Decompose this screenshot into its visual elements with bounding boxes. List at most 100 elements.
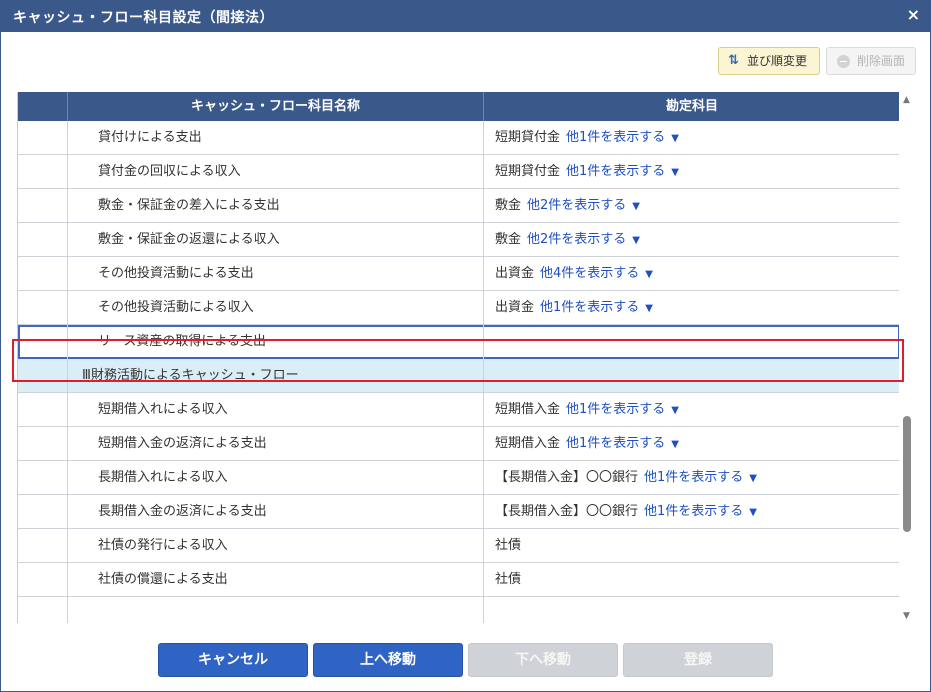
show-more-link[interactable]: 他1件を表示する ▼ bbox=[644, 504, 757, 519]
row-select-cell[interactable] bbox=[18, 155, 68, 189]
show-more-label: 他1件を表示する bbox=[644, 504, 744, 519]
account-cell: 社債 bbox=[484, 529, 899, 563]
row-select-cell[interactable] bbox=[18, 189, 68, 223]
row-select-cell[interactable] bbox=[18, 257, 68, 291]
move-down-button: 下へ移動 bbox=[468, 643, 618, 677]
account-name: 短期貸付金 bbox=[495, 130, 561, 145]
table-row[interactable]: 貸付けによる支出 短期貸付金 他1件を表示する ▼ bbox=[18, 121, 899, 155]
cancel-button[interactable]: キャンセル bbox=[158, 643, 308, 677]
row-select-cell[interactable] bbox=[18, 461, 68, 495]
row-select-cell[interactable] bbox=[18, 393, 68, 427]
cf-item-name: 長期借入れによる収入 bbox=[68, 461, 484, 495]
account-name: 出資金 bbox=[495, 300, 535, 315]
show-more-link[interactable]: 他4件を表示する ▼ bbox=[540, 266, 653, 281]
vertical-scrollbar[interactable]: ▲ ▼ bbox=[901, 92, 915, 623]
show-more-link[interactable]: 他1件を表示する ▼ bbox=[566, 436, 679, 451]
move-up-button[interactable]: 上へ移動 bbox=[313, 643, 463, 677]
account-cell: 【長期借入金】〇〇銀行 他1件を表示する ▼ bbox=[484, 461, 899, 495]
delete-screen-button: 削除画面 bbox=[826, 47, 916, 75]
account-cell: 社債 bbox=[484, 563, 899, 597]
grid-header: キャッシュ・フロー科目名称 勘定科目 bbox=[18, 92, 899, 121]
row-select-cell[interactable] bbox=[18, 223, 68, 257]
table-row[interactable]: その他投資活動による収入 出資金 他1件を表示する ▼ bbox=[18, 291, 899, 325]
sort-order-label: 並び順変更 bbox=[747, 54, 808, 68]
scroll-thumb[interactable] bbox=[903, 416, 911, 532]
table-row[interactable]: 敷金・保証金の差入による支出 敷金 他2件を表示する ▼ bbox=[18, 189, 899, 223]
register-button: 登録 bbox=[623, 643, 773, 677]
row-select-cell[interactable] bbox=[18, 427, 68, 461]
close-icon[interactable]: × bbox=[907, 5, 920, 24]
show-more-link[interactable]: 他2件を表示する ▼ bbox=[527, 198, 640, 213]
account-name: 出資金 bbox=[495, 266, 535, 281]
account-cell: 短期借入金 他1件を表示する ▼ bbox=[484, 393, 899, 427]
table-row[interactable]: 貸付金の回収による収入 短期貸付金 他1件を表示する ▼ bbox=[18, 155, 899, 189]
table-row[interactable]: その他投資活動による支出 出資金 他4件を表示する ▼ bbox=[18, 257, 899, 291]
account-name: 敷金 bbox=[495, 198, 522, 213]
caret-down-icon: ▼ bbox=[749, 507, 757, 518]
table-row[interactable] bbox=[18, 597, 899, 623]
row-select-cell[interactable] bbox=[18, 291, 68, 325]
cf-item-name: 長期借入金の返済による支出 bbox=[68, 495, 484, 529]
account-cell: 短期貸付金 他1件を表示する ▼ bbox=[484, 121, 899, 155]
account-name: 敷金 bbox=[495, 232, 522, 247]
cf-item-name: 短期借入れによる収入 bbox=[68, 393, 484, 427]
grid-body: 投資有価証券の売却による収入投資有価証券他5件を表示する▼貸付けによる支出短期貸… bbox=[18, 92, 899, 623]
cash-flow-settings-dialog: キャッシュ・フロー科目設定（間接法） × ⇅ 並び順変更 削除画面 キャッシュ・… bbox=[0, 0, 931, 692]
row-select-cell[interactable] bbox=[18, 563, 68, 597]
cf-item-name: 貸付金の回収による収入 bbox=[68, 155, 484, 189]
show-more-label: 他1件を表示する bbox=[540, 300, 640, 315]
cf-item-name: その他投資活動による収入 bbox=[68, 291, 484, 325]
show-more-link[interactable]: 他1件を表示する ▼ bbox=[644, 470, 757, 485]
row-select-cell[interactable] bbox=[18, 529, 68, 563]
caret-down-icon: ▼ bbox=[632, 235, 640, 246]
account-name: 社債 bbox=[495, 572, 522, 587]
caret-down-icon: ▼ bbox=[749, 473, 757, 484]
table-row[interactable]: 長期借入れによる収入 【長期借入金】〇〇銀行 他1件を表示する ▼ bbox=[18, 461, 899, 495]
account-name: 社債 bbox=[495, 538, 522, 553]
caret-down-icon: ▼ bbox=[671, 405, 679, 416]
cf-item-name: その他投資活動による支出 bbox=[68, 257, 484, 291]
table-row[interactable]: 短期借入れによる収入 短期借入金 他1件を表示する ▼ bbox=[18, 393, 899, 427]
row-select-cell[interactable] bbox=[18, 359, 68, 393]
minus-circle-icon bbox=[837, 55, 850, 68]
caret-down-icon: ▼ bbox=[645, 269, 653, 280]
sort-order-button[interactable]: ⇅ 並び順変更 bbox=[718, 47, 820, 75]
cf-item-name: Ⅲ財務活動によるキャッシュ・フロー bbox=[68, 359, 484, 393]
show-more-link[interactable]: 他1件を表示する ▼ bbox=[566, 164, 679, 179]
account-cell: 短期借入金 他1件を表示する ▼ bbox=[484, 427, 899, 461]
table-row[interactable]: 社債の発行による収入 社債 bbox=[18, 529, 899, 563]
cf-item-name: 貸付けによる支出 bbox=[68, 121, 484, 155]
account-cell: 出資金 他1件を表示する ▼ bbox=[484, 291, 899, 325]
scroll-up-icon[interactable]: ▲ bbox=[903, 95, 910, 105]
show-more-label: 他1件を表示する bbox=[566, 164, 666, 179]
account-cell: 敷金 他2件を表示する ▼ bbox=[484, 223, 899, 257]
caret-down-icon: ▼ bbox=[632, 201, 640, 212]
cf-item-name: 社債の償還による支出 bbox=[68, 563, 484, 597]
account-name: 【長期借入金】〇〇銀行 bbox=[495, 504, 639, 519]
show-more-label: 他2件を表示する bbox=[527, 198, 627, 213]
caret-down-icon: ▼ bbox=[671, 133, 679, 144]
sort-arrows-icon: ⇅ bbox=[728, 53, 739, 68]
row-select-cell[interactable] bbox=[18, 325, 68, 359]
show-more-label: 他1件を表示する bbox=[566, 130, 666, 145]
table-row[interactable]: 敷金・保証金の返還による収入 敷金 他2件を表示する ▼ bbox=[18, 223, 899, 257]
show-more-link[interactable]: 他1件を表示する ▼ bbox=[540, 300, 653, 315]
show-more-link[interactable]: 他2件を表示する ▼ bbox=[527, 232, 640, 247]
account-cell: 【長期借入金】〇〇銀行 他1件を表示する ▼ bbox=[484, 495, 899, 529]
cf-item-name bbox=[68, 597, 484, 623]
caret-down-icon: ▼ bbox=[645, 303, 653, 314]
show-more-link[interactable]: 他1件を表示する ▼ bbox=[566, 130, 679, 145]
table-row[interactable]: リース資産の取得による支出 bbox=[18, 325, 899, 359]
account-name: 【長期借入金】〇〇銀行 bbox=[495, 470, 639, 485]
row-select-cell[interactable] bbox=[18, 597, 68, 623]
row-select-cell[interactable] bbox=[18, 495, 68, 529]
account-name: 短期貸付金 bbox=[495, 164, 561, 179]
account-cell: 短期貸付金 他1件を表示する ▼ bbox=[484, 155, 899, 189]
row-select-cell[interactable] bbox=[18, 121, 68, 155]
show-more-link[interactable]: 他1件を表示する ▼ bbox=[566, 402, 679, 417]
table-row[interactable]: 長期借入金の返済による支出 【長期借入金】〇〇銀行 他1件を表示する ▼ bbox=[18, 495, 899, 529]
table-row[interactable]: 社債の償還による支出 社債 bbox=[18, 563, 899, 597]
scroll-down-icon[interactable]: ▼ bbox=[903, 611, 910, 621]
section-row[interactable]: Ⅲ財務活動によるキャッシュ・フロー bbox=[18, 359, 899, 393]
table-row[interactable]: 短期借入金の返済による支出 短期借入金 他1件を表示する ▼ bbox=[18, 427, 899, 461]
